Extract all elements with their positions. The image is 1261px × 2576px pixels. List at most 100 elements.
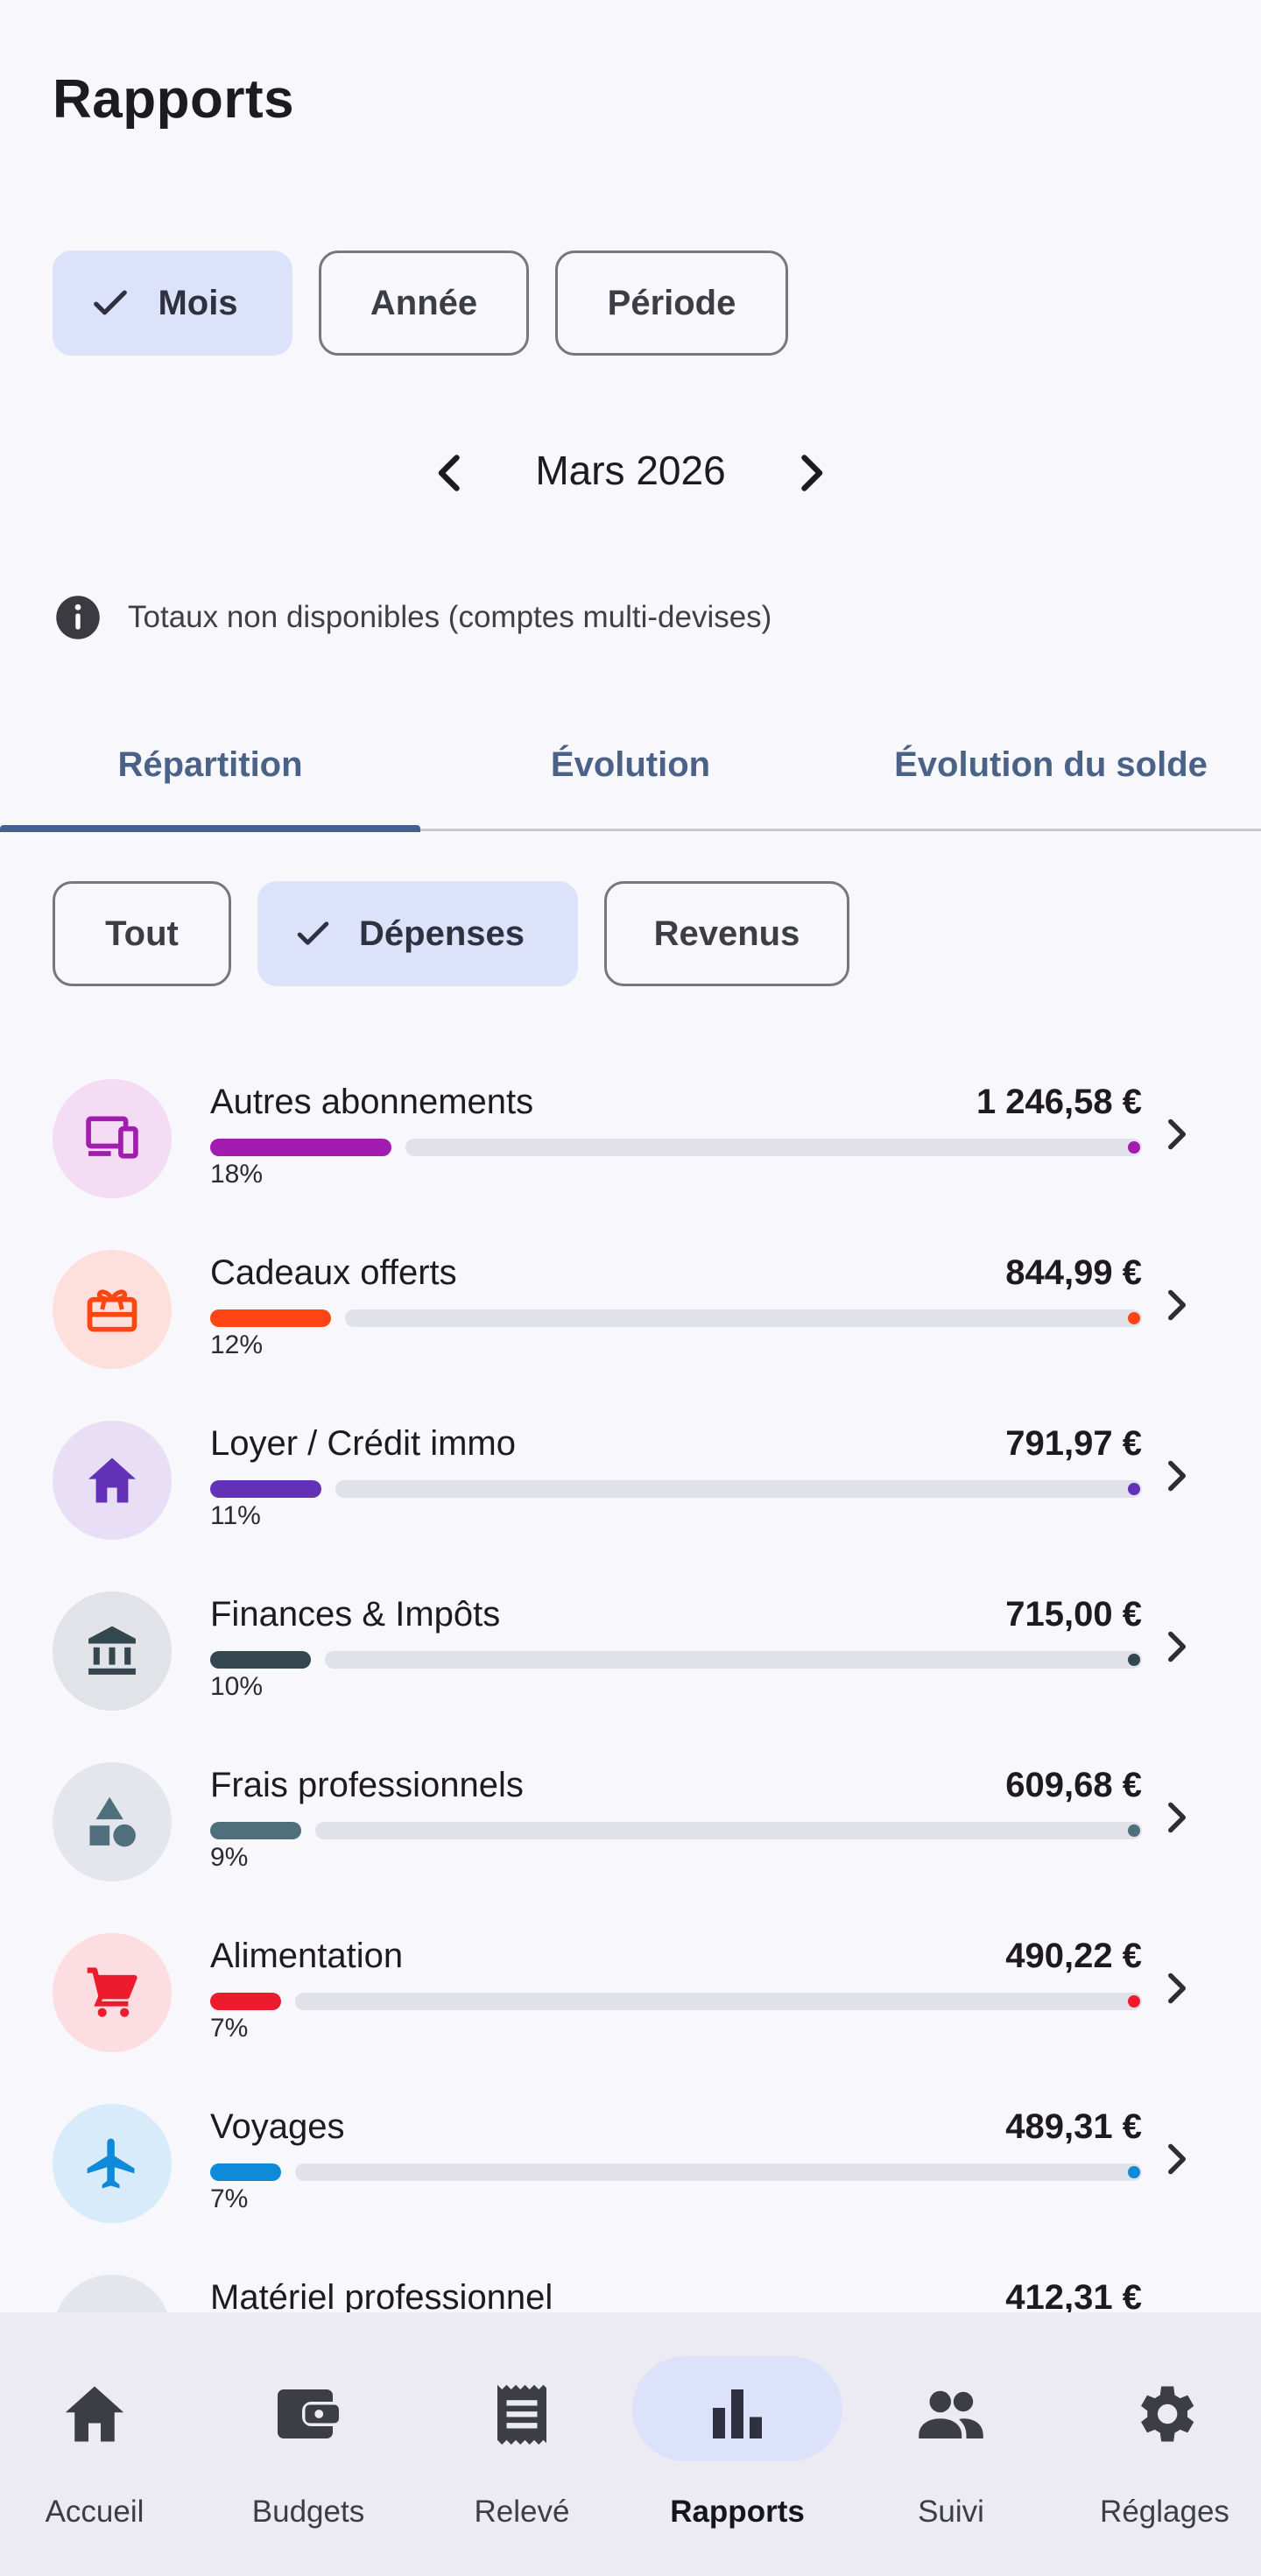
- category-amount: 1 246,58 €: [976, 1083, 1142, 1121]
- nav-label-accueil: Accueil: [45, 2495, 144, 2529]
- category-avatar: [53, 2104, 172, 2223]
- category-row[interactable]: Frais professionnels 609,68 € 9%: [0, 1736, 1261, 1907]
- progress-fill: [210, 1822, 301, 1839]
- progress-end-dot: [1128, 1141, 1140, 1154]
- progress-end-dot: [1128, 1654, 1140, 1666]
- category-row[interactable]: Voyages 489,31 € 7%: [0, 2078, 1261, 2248]
- category-avatar: [53, 1250, 172, 1369]
- category-list: Autres abonnements 1 246,58 € 18% Cadeaux o…: [0, 1053, 1261, 2312]
- category-row[interactable]: Matériel professionnel 412,31 €: [0, 2248, 1261, 2312]
- category-name: Matériel professionnel: [210, 2278, 553, 2312]
- progress-fill: [210, 1139, 391, 1156]
- wallet-icon: [278, 2389, 339, 2438]
- chip-all[interactable]: Tout: [53, 881, 231, 986]
- category-name: Autres abonnements: [210, 1083, 534, 1121]
- info-text: Totaux non disponibles (comptes multi-de…: [128, 600, 772, 634]
- home-icon: [82, 1450, 142, 1510]
- chip-year-label: Année: [370, 283, 478, 322]
- type-filter: Tout Dépenses Revenus: [53, 881, 849, 986]
- progress-fill: [210, 1480, 321, 1498]
- progress-track: [295, 2163, 1142, 2181]
- chip-year[interactable]: Année: [319, 251, 529, 356]
- category-row[interactable]: Autres abonnements 1 246,58 € 18%: [0, 1053, 1261, 1224]
- info-icon: [56, 596, 100, 639]
- category-amount: 791,97 €: [1005, 1424, 1142, 1463]
- devices-icon: [82, 1109, 142, 1168]
- chip-income[interactable]: Revenus: [604, 881, 849, 986]
- nav-item-accueil[interactable]: Accueil: [0, 2312, 200, 2576]
- chip-month[interactable]: Mois: [53, 251, 292, 356]
- people-icon: [919, 2390, 983, 2438]
- category-row[interactable]: Loyer / Crédit immo 791,97 € 11%: [0, 1394, 1261, 1565]
- airplane-icon: [82, 2134, 142, 2193]
- category-amount: 844,99 €: [1005, 1253, 1142, 1292]
- nav-label-rapports: Rapports: [670, 2495, 805, 2529]
- tab-repartition-label: Répartition: [117, 745, 303, 784]
- progress-end-dot: [1128, 2166, 1140, 2178]
- category-avatar: [53, 1762, 172, 1881]
- progress-end-dot: [1128, 1483, 1140, 1495]
- category-progress-bar: [210, 1993, 1142, 2010]
- progress-track: [405, 1139, 1142, 1156]
- period-filter: Mois Année Période: [53, 251, 788, 356]
- nav-item-reglages[interactable]: Réglages: [1060, 2312, 1261, 2576]
- category-progress-bar: [210, 2163, 1142, 2181]
- bottom-navigation: Accueil Budgets Relevé Rapports Suivi Ré…: [0, 2312, 1261, 2576]
- nav-item-releve[interactable]: Relevé: [417, 2312, 627, 2576]
- category-amount: 609,68 €: [1005, 1766, 1142, 1804]
- chip-period[interactable]: Période: [555, 251, 788, 356]
- chevron-right-icon: [1154, 1283, 1198, 1327]
- nav-label-budgets: Budgets: [251, 2495, 365, 2529]
- category-name: Alimentation: [210, 1937, 404, 1975]
- category-name: Voyages: [210, 2107, 345, 2146]
- category-progress-bar: [210, 1651, 1142, 1669]
- category-avatar: [53, 1933, 172, 2052]
- tab-evolution[interactable]: Évolution: [420, 701, 841, 829]
- category-amount: 412,31 €: [1005, 2278, 1142, 2312]
- category-avatar: [53, 1421, 172, 1540]
- gear-icon: [1141, 2386, 1194, 2442]
- nav-item-budgets[interactable]: Budgets: [203, 2312, 413, 2576]
- tab-balance-evolution[interactable]: Évolution du solde: [841, 701, 1261, 829]
- category-avatar: [53, 1591, 172, 1711]
- category-row[interactable]: Alimentation 490,22 € 7%: [0, 1907, 1261, 2078]
- tab-indicator: [0, 825, 420, 832]
- tab-repartition[interactable]: Répartition: [0, 701, 420, 829]
- home-icon: [65, 2386, 124, 2442]
- chip-month-label: Mois: [158, 283, 238, 322]
- chevron-right-icon: [1154, 1454, 1198, 1498]
- page-title: Rapports: [53, 69, 295, 130]
- progress-fill: [210, 2163, 281, 2181]
- nav-label-suivi: Suivi: [918, 2495, 984, 2529]
- nav-item-suivi[interactable]: Suivi: [846, 2312, 1056, 2576]
- category-name: Frais professionnels: [210, 1766, 524, 1804]
- progress-fill: [210, 1309, 331, 1327]
- month-label: Mars 2026: [535, 448, 726, 493]
- nav-item-rapports[interactable]: Rapports: [632, 2312, 842, 2576]
- check-icon: [94, 290, 128, 315]
- info-banner: Totaux non disponibles (comptes multi-de…: [54, 594, 771, 641]
- progress-track: [325, 1651, 1142, 1669]
- category-amount: 489,31 €: [1005, 2107, 1142, 2146]
- category-progress-bar: [210, 1139, 1142, 1156]
- category-row[interactable]: Finances & Impôts 715,00 € 10%: [0, 1565, 1261, 1736]
- chevron-right-icon: [1154, 1966, 1198, 2010]
- category-amount: 490,22 €: [1005, 1937, 1142, 1975]
- receipt-icon: [497, 2384, 546, 2445]
- category-avatar: [53, 2275, 172, 2312]
- report-tabs: Répartition Évolution Évolution du solde: [0, 701, 1261, 832]
- chevron-right-icon[interactable]: [785, 447, 837, 499]
- chevron-right-icon: [1154, 2137, 1198, 2181]
- chip-expenses[interactable]: Dépenses: [257, 881, 578, 986]
- cart-icon: [82, 1963, 142, 2022]
- category-progress-bar: [210, 1480, 1142, 1498]
- category-percent: 10%: [210, 1672, 264, 1701]
- bar-chart-icon: [713, 2389, 762, 2438]
- progress-track: [315, 1822, 1142, 1839]
- category-progress-bar: [210, 1822, 1142, 1839]
- progress-fill: [210, 1993, 281, 2010]
- progress-end-dot: [1128, 1995, 1140, 2008]
- category-row[interactable]: Cadeaux offerts 844,99 € 12%: [0, 1224, 1261, 1394]
- category-name: Cadeaux offerts: [210, 1253, 457, 1292]
- tab-evolution-label: Évolution: [550, 745, 711, 784]
